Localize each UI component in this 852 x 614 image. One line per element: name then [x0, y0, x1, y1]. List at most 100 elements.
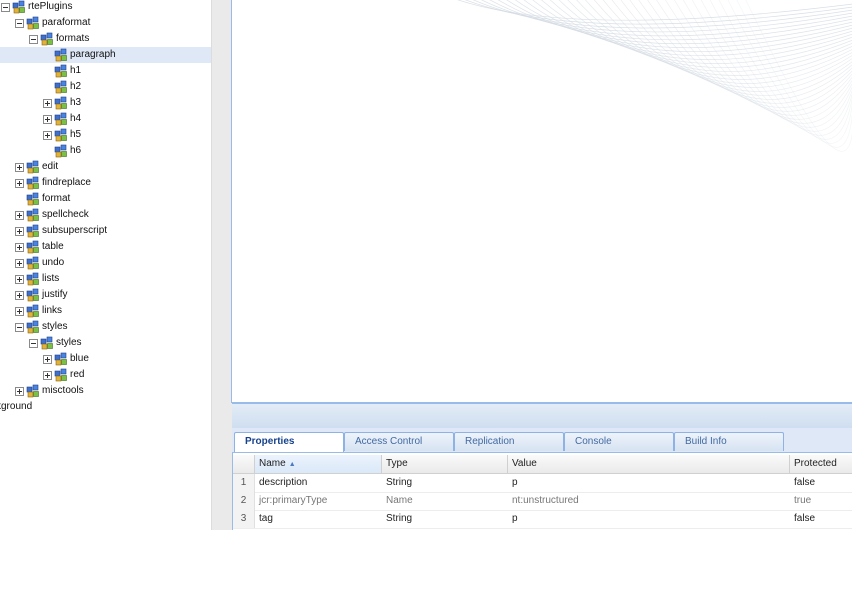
tree-node[interactable]: table — [0, 239, 211, 255]
property-name: jcr:primaryType — [259, 495, 328, 506]
property-name: tag — [259, 513, 273, 524]
tree-node[interactable]: kground — [0, 399, 211, 415]
expand-icon[interactable] — [15, 291, 24, 300]
tree-node[interactable]: misctools — [0, 383, 211, 399]
tab-console[interactable]: Console — [564, 432, 674, 451]
collapse-icon[interactable] — [29, 35, 38, 44]
wave-line — [576, 0, 852, 76]
tree-node[interactable]: styles — [0, 335, 211, 351]
tree-node[interactable]: paraformat — [0, 15, 211, 31]
tree-node-label: paraformat — [42, 17, 91, 28]
properties-tab-strip: Properties Access Control Replication Conso… — [232, 428, 852, 453]
node-icon — [26, 16, 40, 30]
tree-node-label: misctools — [42, 385, 84, 396]
expand-icon[interactable] — [15, 163, 24, 172]
tree-node-label: h4 — [70, 113, 82, 124]
tree-node[interactable]: spellcheck — [0, 207, 211, 223]
editor-area — [231, 0, 852, 403]
expand-icon[interactable] — [43, 355, 52, 364]
tree-node[interactable]: lists — [0, 271, 211, 287]
repository-tree: rtePlugins paraformat formats paragraph h1 h2… — [0, 0, 211, 530]
expand-icon[interactable] — [15, 179, 24, 188]
node-icon — [26, 384, 40, 398]
property-protected: false — [794, 477, 816, 488]
tree-node[interactable]: h5 — [0, 127, 211, 143]
tree-node[interactable]: links — [0, 303, 211, 319]
tab-build-info[interactable]: Build Info — [674, 432, 784, 451]
tab-access-control[interactable]: Access Control — [344, 432, 454, 451]
expand-icon[interactable] — [43, 371, 52, 380]
tree-node-label: h6 — [70, 145, 82, 156]
node-icon — [26, 224, 40, 238]
expand-icon[interactable] — [43, 115, 52, 124]
node-icon — [26, 160, 40, 174]
horizontal-splitter[interactable] — [232, 403, 852, 428]
tree-node[interactable]: findreplace — [0, 175, 211, 191]
expand-icon[interactable] — [15, 227, 24, 236]
tree-node-label: links — [42, 305, 63, 316]
tree-node-label: rtePlugins — [28, 1, 73, 12]
tree-node[interactable]: justify — [0, 287, 211, 303]
collapse-icon[interactable] — [29, 339, 38, 348]
tree-node[interactable]: red — [0, 367, 211, 383]
table-row[interactable]: 3 tag String p false — [233, 510, 852, 529]
tree-splitter[interactable] — [211, 0, 232, 530]
tree-node-label: format — [42, 193, 71, 204]
tree-node[interactable]: h2 — [0, 79, 211, 95]
expand-icon[interactable] — [15, 211, 24, 220]
collapse-icon[interactable] — [15, 19, 24, 28]
grid-header: Name ▲ Type Value Protected — [233, 455, 852, 474]
protected-column-label: Protected — [794, 458, 837, 469]
expand-icon[interactable] — [15, 275, 24, 284]
tree-node[interactable]: edit — [0, 159, 211, 175]
property-type: String — [386, 477, 413, 488]
tree-node[interactable]: h1 — [0, 63, 211, 79]
expand-icon[interactable] — [43, 131, 52, 140]
node-icon — [54, 80, 68, 94]
node-icon — [54, 368, 68, 382]
row-number: 3 — [233, 510, 255, 528]
node-icon — [54, 112, 68, 126]
tree-node[interactable]: format — [0, 191, 211, 207]
expand-icon[interactable] — [15, 259, 24, 268]
expand-icon[interactable] — [15, 387, 24, 396]
name-column-header[interactable]: Name ▲ — [255, 455, 382, 473]
tree-node-label: h5 — [70, 129, 82, 140]
expand-icon[interactable] — [15, 307, 24, 316]
tree-node-label: subsuperscript — [42, 225, 108, 236]
property-protected: false — [794, 513, 816, 524]
expand-icon[interactable] — [15, 243, 24, 252]
tree-node-label: h2 — [70, 81, 82, 92]
value-column-header[interactable]: Value — [508, 455, 790, 473]
node-icon — [26, 240, 40, 254]
node-icon — [54, 144, 68, 158]
tab-replication[interactable]: Replication — [454, 432, 564, 451]
tree-node[interactable]: subsuperscript — [0, 223, 211, 239]
tree-node[interactable]: h6 — [0, 143, 211, 159]
node-icon — [54, 352, 68, 366]
tree-node[interactable]: paragraph — [0, 47, 211, 63]
tree-node[interactable]: h3 — [0, 95, 211, 111]
row-number: 1 — [233, 474, 255, 492]
type-column-header[interactable]: Type — [382, 455, 508, 473]
node-icon — [26, 272, 40, 286]
tree-node[interactable]: rtePlugins — [0, 0, 211, 15]
node-icon — [26, 320, 40, 334]
protected-column-header[interactable]: Protected — [790, 455, 852, 473]
node-icon — [26, 256, 40, 270]
tree-node[interactable]: formats — [0, 31, 211, 47]
expand-icon[interactable] — [43, 99, 52, 108]
tree-node-label: h3 — [70, 97, 82, 108]
tree-node[interactable]: undo — [0, 255, 211, 271]
node-icon — [12, 0, 26, 14]
collapse-icon[interactable] — [15, 323, 24, 332]
tab-properties[interactable]: Properties — [234, 432, 344, 452]
collapse-icon[interactable] — [1, 3, 10, 12]
table-row[interactable]: 2 jcr:primaryType Name nt:unstructured true — [233, 492, 852, 511]
table-row[interactable]: 1 description String p false — [233, 474, 852, 493]
tree-node[interactable]: blue — [0, 351, 211, 367]
tree-node[interactable]: h4 — [0, 111, 211, 127]
tree-node[interactable]: styles — [0, 319, 211, 335]
tree-node-label: blue — [70, 353, 89, 364]
node-icon — [26, 176, 40, 190]
